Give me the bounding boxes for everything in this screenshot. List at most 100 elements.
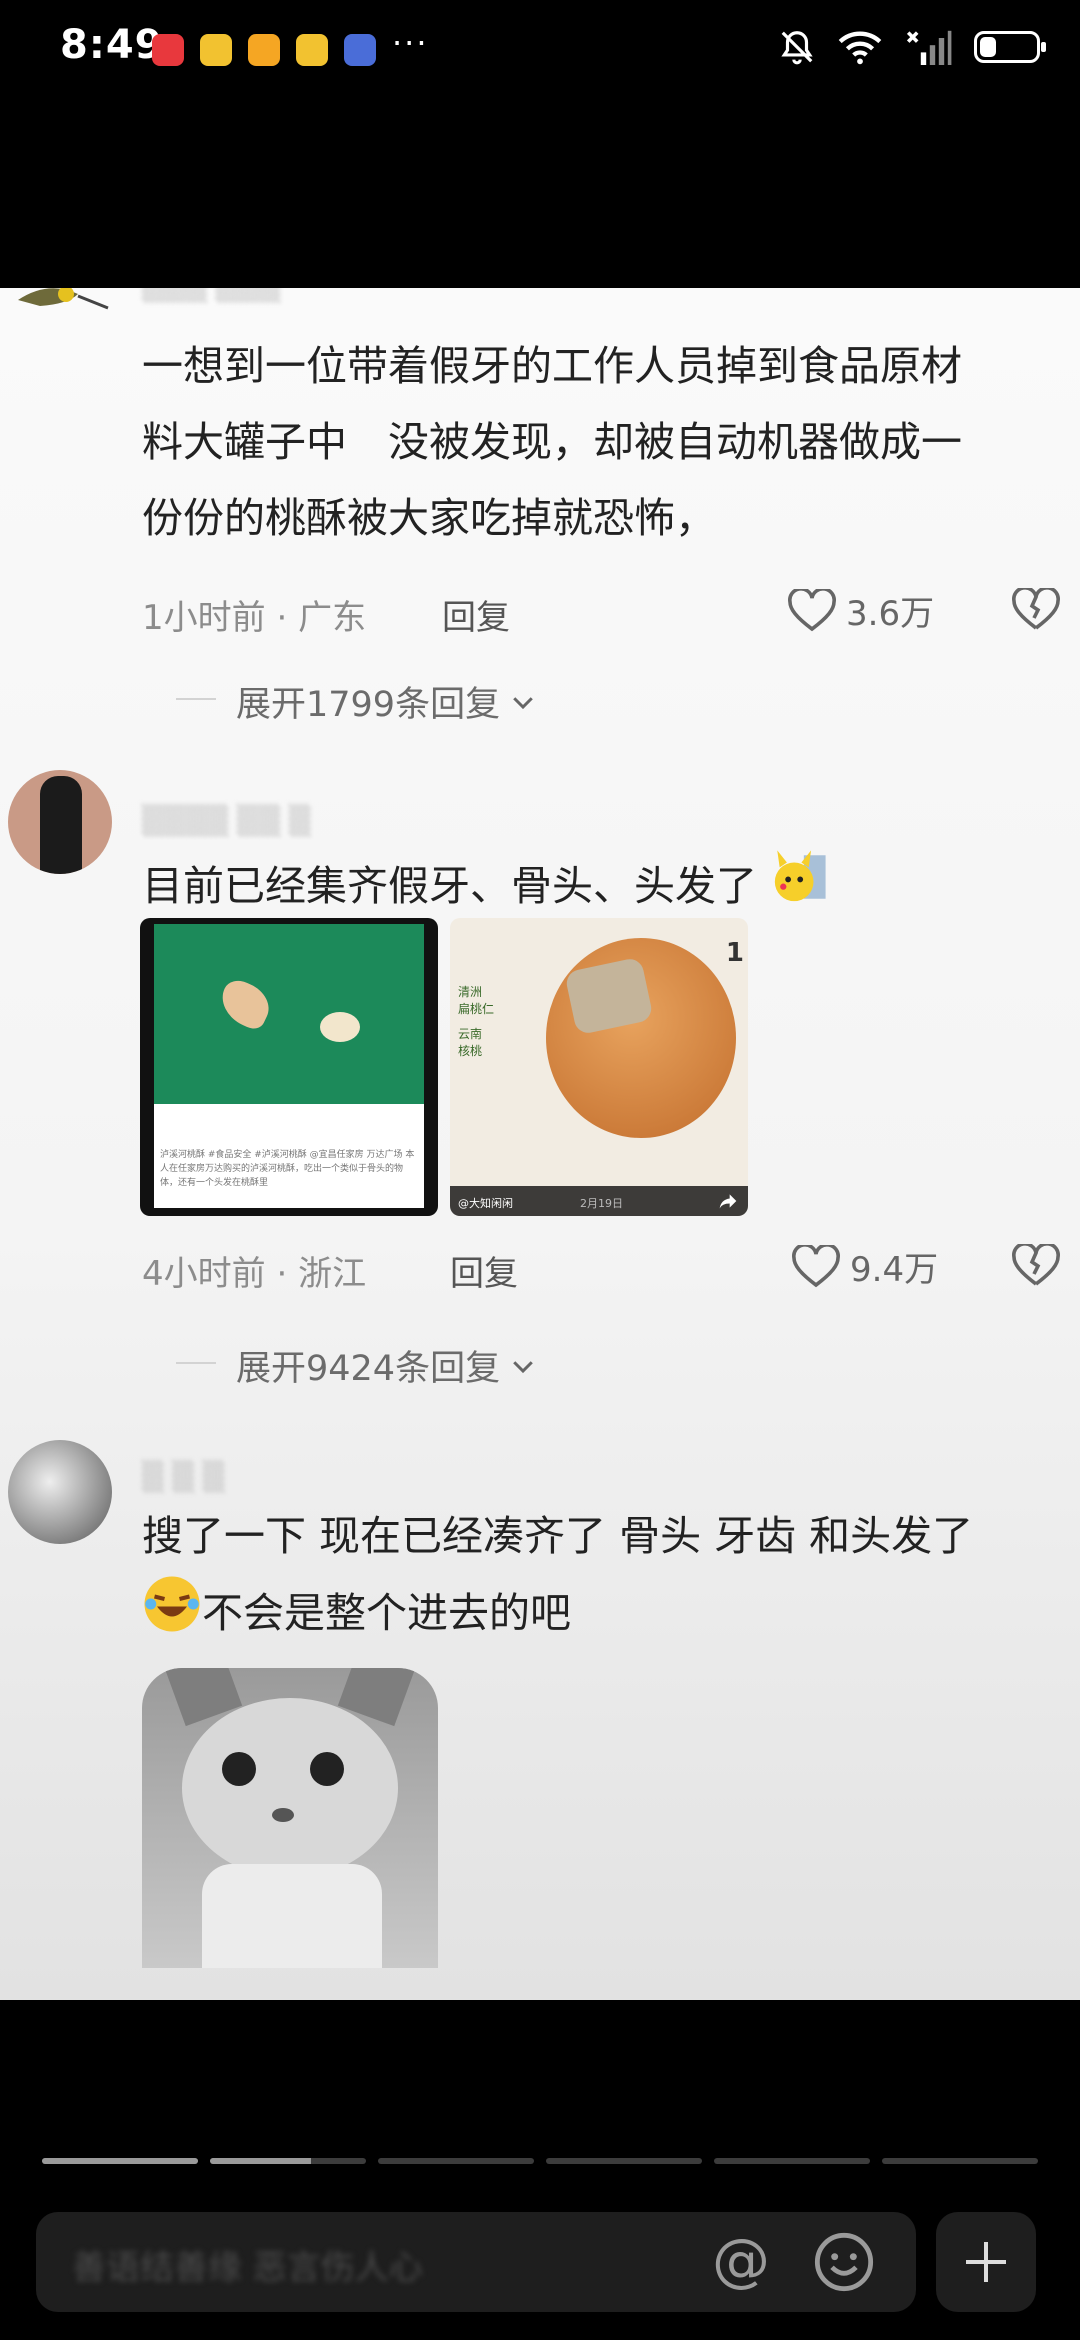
weibo-icon	[200, 34, 232, 66]
video-badge: 1	[725, 938, 744, 968]
plus-icon	[966, 2242, 1006, 2282]
wifi-icon	[838, 31, 882, 65]
comment-location: 广东	[298, 598, 367, 638]
comment-item: ▒▒▒ ▒▒▒ 一想到一位带着假牙的工作人员掉到食品原材 料大罐子中 没被发现，…	[0, 288, 1080, 728]
nut-label: 清洲	[458, 985, 483, 999]
video-bottom-bar: @大知闲闲 2月19日	[450, 1186, 748, 1216]
progress-segment-fill	[42, 2158, 198, 2164]
comment-time: 4小时前	[142, 1254, 266, 1294]
comment-list[interactable]: ▒▒▒ ▒▒▒ 一想到一位带着假牙的工作人员掉到食品原材 料大罐子中 没被发现，…	[0, 288, 1080, 2000]
broken-heart-icon[interactable]	[1012, 1244, 1060, 1288]
comment-meta: 4小时前 · 浙江	[142, 1254, 367, 1294]
progress-segment	[210, 2158, 366, 2164]
comment-meta: 1小时前 · 广东	[142, 598, 367, 638]
comment-text-line: 搜了一下 现在已经凑齐了 骨头 牙齿 和头发了	[142, 1512, 974, 1560]
comment-input[interactable]: 善语结善缘 恶言伤人心 @	[36, 2212, 916, 2312]
comment-location: 浙江	[298, 1254, 367, 1294]
cat-body	[202, 1864, 382, 1968]
like-count: 3.6万	[846, 594, 935, 634]
chevron-down-icon	[513, 1360, 533, 1373]
taobao-icon	[248, 34, 280, 66]
like-button[interactable]: 3.6万	[788, 586, 934, 635]
progress-segment	[882, 2158, 1038, 2164]
comment-image[interactable]: 泸溪河桃酥 #食品安全 #泸溪河桃酥 @宜昌任家房 万达广场 本人在任家房万达购…	[140, 918, 438, 1216]
avatar[interactable]	[8, 1440, 112, 1544]
bird-avatar-image	[18, 288, 109, 310]
signal-icon	[906, 30, 952, 65]
nut-labels: 清洲 扁桃仁 云南 核桃	[458, 984, 498, 1060]
cookie-image	[546, 938, 736, 1138]
emoji-picker-icon[interactable]	[812, 2230, 876, 2294]
bone-fragment	[320, 1012, 360, 1042]
username-blurred[interactable]: ▒ ▒ ▒	[142, 1460, 224, 1493]
expand-replies-label: 展开1799条回复	[236, 685, 501, 725]
avatar[interactable]	[8, 770, 112, 874]
huawei-icon	[152, 34, 184, 66]
broken-heart-icon[interactable]	[1012, 588, 1060, 632]
battery-icon	[974, 31, 1046, 63]
comment-item: ▒ ▒ ▒ 搜了一下 现在已经凑齐了 骨头 牙齿 和头发了 不会是整个进去的吧	[0, 1440, 1080, 2000]
heart-icon	[788, 588, 836, 631]
nut-label: 云南	[458, 1027, 483, 1041]
comment-text-line: 不会是整个进去的吧	[202, 1589, 571, 1637]
chevron-down-icon	[513, 696, 533, 709]
divider	[176, 698, 216, 700]
system-icons	[778, 28, 1046, 66]
status-bar: 8:49 ···	[0, 0, 1080, 100]
image-green-cloth	[154, 924, 424, 1104]
nut-label: 扁桃仁	[458, 1002, 495, 1016]
cat-sticker-image[interactable]	[142, 1668, 438, 1968]
weibo-icon	[296, 34, 328, 66]
mute-bell-icon	[781, 31, 813, 65]
comment-text-line: 一想到一位带着假牙的工作人员掉到食品原材	[142, 342, 962, 390]
progress-segment	[714, 2158, 870, 2164]
at-mention-icon[interactable]: @	[712, 2226, 770, 2294]
cat-face	[182, 1698, 398, 1878]
cat-eye	[222, 1752, 256, 1786]
comment-text-line: 份份的桃酥被大家吃掉就恐怖，	[142, 494, 716, 542]
bone-fragment	[213, 975, 277, 1033]
comment-text: 搜了一下 现在已经凑齐了 骨头 牙齿 和头发了 不会是整个进去的吧	[142, 1498, 1062, 1658]
comment-text-line: 料大罐子中 没被发现，却被自动机器做成一	[142, 418, 962, 466]
comment-time: 1小时前	[142, 598, 266, 638]
video-account: @大知闲闲	[458, 1197, 513, 1210]
bottom-bar: 善语结善缘 恶言伤人心 @	[0, 2000, 1080, 2340]
progress-segment	[42, 2158, 198, 2164]
comment-text-line: 目前已经集齐假牙、骨头、头发了	[142, 862, 757, 910]
comment-text: 一想到一位带着假牙的工作人员掉到食品原材 料大罐子中 没被发现，却被自动机器做成…	[142, 328, 1062, 556]
clock: 8:49	[60, 22, 164, 68]
cookie-piece	[564, 956, 654, 1036]
comment-image[interactable]: 清洲 扁桃仁 云南 核桃 1 @大知闲闲 2月19日	[450, 918, 748, 1216]
more-notifications: ···	[392, 24, 429, 62]
expand-replies-button[interactable]: 展开1799条回复	[236, 676, 538, 727]
like-count: 9.4万	[850, 1250, 939, 1290]
battery-level	[980, 37, 996, 57]
avatar[interactable]	[8, 288, 118, 338]
progress-segment	[378, 2158, 534, 2164]
cat-nose	[272, 1808, 294, 1822]
add-button[interactable]	[936, 2212, 1036, 2312]
pikachu-sticker-icon	[770, 848, 828, 930]
reply-button[interactable]: 回复	[442, 590, 510, 639]
comment-item: ▒▒▒▒ ▒▒ ▒ 目前已经集齐假牙、骨头、头发了 泸溪河桃酥 #食品安全 #泸…	[0, 770, 1080, 1430]
nut-label: 核桃	[458, 1044, 483, 1058]
notification-icons	[152, 34, 376, 66]
share-icon	[719, 1194, 737, 1209]
expand-replies-label: 展开9424条回复	[236, 1349, 501, 1389]
username-blurred[interactable]: ▒▒▒▒ ▒▒ ▒	[142, 804, 311, 837]
like-button[interactable]: 9.4万	[792, 1242, 938, 1291]
cat-eye	[310, 1752, 344, 1786]
reply-button[interactable]: 回复	[450, 1246, 518, 1295]
progress-segment-fill	[210, 2158, 312, 2164]
media-progress-bar	[42, 2158, 1038, 2164]
comment-input-placeholder: 善语结善缘 恶言伤人心	[72, 2248, 423, 2288]
game-icon	[344, 34, 376, 66]
divider	[176, 1362, 216, 1364]
username-blurred[interactable]: ▒▒▒ ▒▒▒	[142, 288, 280, 303]
image-caption: 泸溪河桃酥 #食品安全 #泸溪河桃酥 @宜昌任家房 万达广场 本人在任家房万达购…	[160, 1150, 415, 1188]
heart-icon	[792, 1244, 840, 1287]
expand-replies-button[interactable]: 展开9424条回复	[236, 1340, 538, 1391]
video-date: 2月19日	[580, 1197, 623, 1210]
laughing-tears-emoji-icon	[142, 1574, 202, 1658]
avatar-figure	[40, 776, 82, 874]
